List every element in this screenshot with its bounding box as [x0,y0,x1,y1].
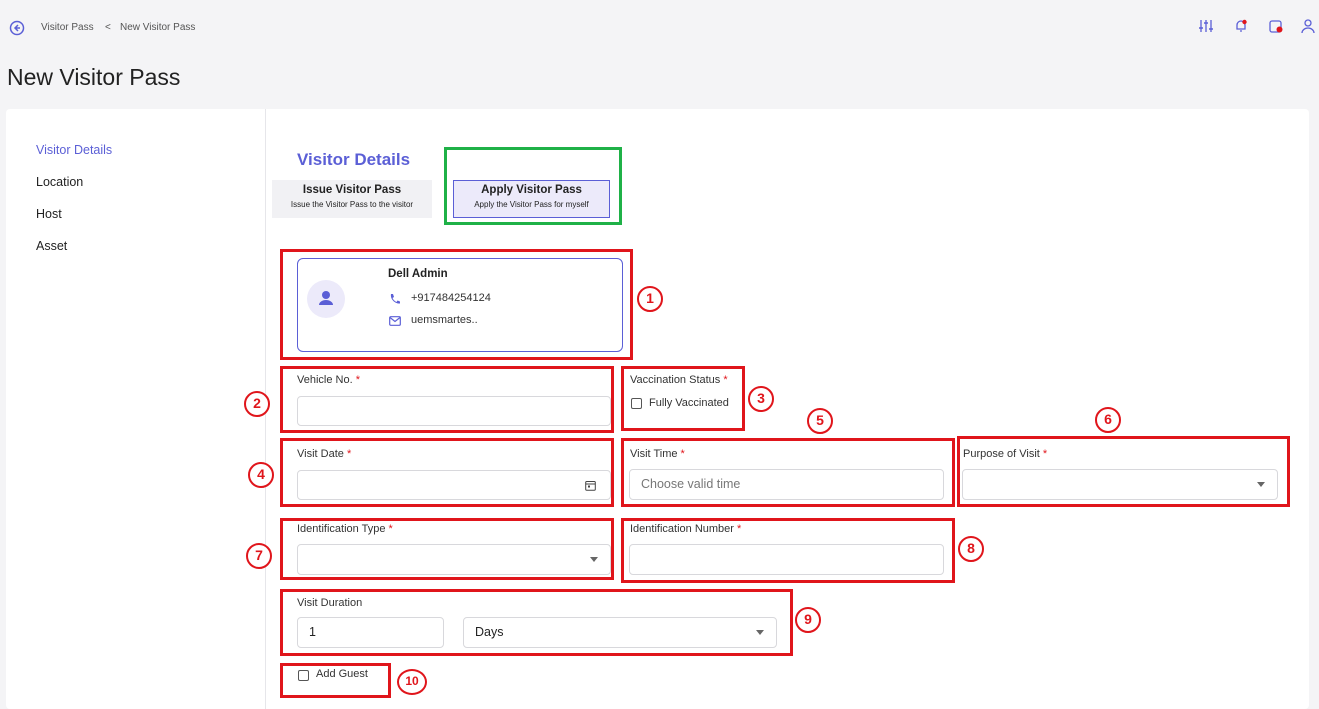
notification-bell-icon[interactable] [1233,18,1249,34]
annotation-number-9: 9 [795,607,821,633]
sidebar-item-location[interactable]: Location [36,175,83,189]
tab-title: Issue Visitor Pass [302,184,402,196]
annotation-box-1 [280,249,633,360]
annotation-number-6: 6 [1095,407,1121,433]
annotation-box-4 [280,438,614,507]
annotation-box-3 [621,366,745,431]
breadcrumb-parent[interactable]: Visitor Pass [41,22,94,33]
annotation-box-6 [957,436,1290,507]
section-title: Visitor Details [297,150,411,169]
annotation-number-10: 10 [397,669,427,695]
sidebar-item-asset[interactable]: Asset [36,239,67,253]
tab-issue-visitor-pass[interactable]: Issue Visitor Pass Issue the Visitor Pas… [272,180,432,218]
annotation-box-2 [280,366,614,433]
annotation-number-7: 7 [246,543,272,569]
annotation-box-10 [280,663,391,698]
annotation-number-4: 4 [248,462,274,488]
annotation-number-5: 5 [807,408,833,434]
annotation-number-2: 2 [244,391,270,417]
user-icon[interactable] [1300,18,1316,34]
tab-subtitle: Issue the Visitor Pass to the visitor [290,200,414,209]
annotation-box-9 [280,589,793,656]
sidebar-item-visitor-details[interactable]: Visitor Details [36,143,112,157]
annotation-number-8: 8 [958,536,984,562]
annotation-box-8 [621,518,955,583]
breadcrumb-separator: < [105,22,111,33]
annotation-number-3: 3 [748,386,774,412]
breadcrumb-current: New Visitor Pass [120,22,196,33]
calendar-alert-icon[interactable] [1268,18,1284,34]
highlight-box-green [444,147,622,225]
annotation-number-1: 1 [637,286,663,312]
page-title: New Visitor Pass [7,64,181,90]
sliders-icon[interactable] [1198,18,1214,34]
back-arrow-icon[interactable] [9,20,25,36]
annotation-box-5 [621,438,955,507]
sidebar-item-host[interactable]: Host [36,207,62,221]
annotation-box-7 [280,518,614,580]
